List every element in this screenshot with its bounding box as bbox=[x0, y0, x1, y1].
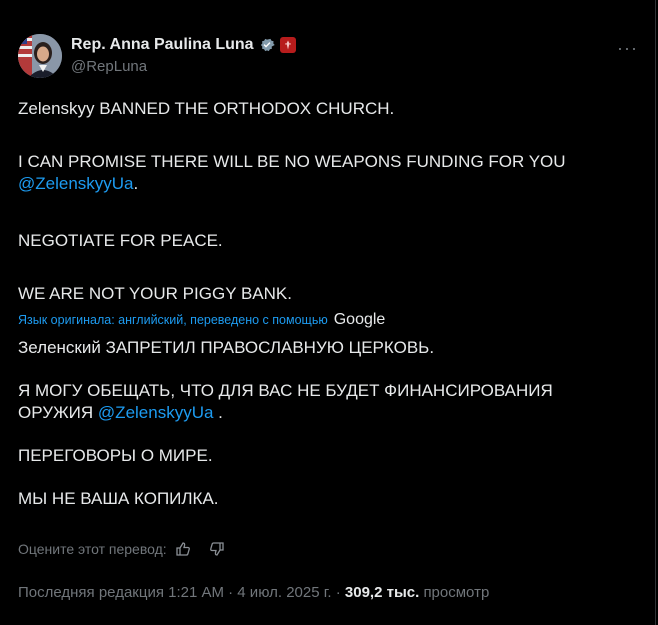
translated-mention-suffix: . bbox=[213, 403, 223, 422]
name-row: Rep. Anna Paulina Luna bbox=[71, 36, 296, 54]
translated-line-3: ПЕРЕГОВОРЫ О МИРЕ. bbox=[18, 446, 213, 465]
tweet-meta: Последняя редакция 1:21 AM · 4 июл. 2025… bbox=[18, 584, 489, 601]
rate-translation-label: Оцените этот перевод: bbox=[18, 541, 167, 557]
translated-line-1: Зеленский ЗАПРЕТИЛ ПРАВОСЛАВНУЮ ЦЕРКОВЬ. bbox=[18, 338, 435, 357]
translation-note-text: Язык оригинала: английский, переведено с… bbox=[18, 313, 328, 327]
original-line-3: NEGOTIATE FOR PEACE. bbox=[18, 231, 223, 250]
display-name[interactable]: Rep. Anna Paulina Luna bbox=[71, 36, 254, 54]
edited-timestamp[interactable]: Последняя редакция 1:21 AM · 4 июл. 2025… bbox=[18, 584, 341, 601]
views-label: просмотр bbox=[423, 584, 490, 601]
original-line-4: WE ARE NOT YOUR PIGGY BANK. bbox=[18, 284, 292, 303]
translated-line-2: Я МОГУ ОБЕЩАТЬ, ЧТО ДЛЯ ВАС НЕ БУДЕТ ФИН… bbox=[18, 380, 638, 424]
thumbs-up-icon[interactable] bbox=[175, 541, 191, 557]
more-options-button[interactable]: ··· bbox=[617, 38, 638, 59]
us-house-badge-icon[interactable] bbox=[279, 37, 296, 53]
views-count: 309,2 тыс. bbox=[344, 584, 420, 601]
tweet-card: Rep. Anna Paulina Luna @RepLuna ··· Zele… bbox=[0, 0, 656, 625]
rate-translation: Оцените этот перевод: bbox=[18, 541, 225, 557]
translated-line-2b: ОРУЖИЯ bbox=[18, 403, 94, 422]
original-line-1: Zelenskyy BANNED THE ORTHODOX CHURCH. bbox=[18, 99, 395, 118]
verified-badge-icon[interactable] bbox=[258, 36, 276, 54]
avatar[interactable] bbox=[18, 34, 62, 78]
translated-line-2a: Я МОГУ ОБЕЩАТЬ, ЧТО ДЛЯ ВАС НЕ БУДЕТ ФИН… bbox=[18, 381, 553, 400]
translation-note[interactable]: Язык оригинала: английский, переведено с… bbox=[18, 311, 385, 329]
translated-line-4: МЫ НЕ ВАША КОПИЛКА. bbox=[18, 489, 219, 508]
translated-mention-link[interactable]: @ZelenskyyUa bbox=[98, 403, 214, 422]
author-handle[interactable]: @RepLuna bbox=[71, 58, 147, 75]
original-mention-suffix: . bbox=[133, 174, 139, 193]
original-line-2: I CAN PROMISE THERE WILL BE NO WEAPONS F… bbox=[18, 151, 638, 195]
tweet-header: Rep. Anna Paulina Luna @RepLuna ··· bbox=[18, 34, 638, 80]
original-line-2-text: I CAN PROMISE THERE WILL BE NO WEAPONS F… bbox=[18, 152, 566, 171]
thumbs-down-icon[interactable] bbox=[209, 541, 225, 557]
mention-link[interactable]: @ZelenskyyUa bbox=[18, 174, 134, 193]
google-logo: Google bbox=[333, 311, 386, 328]
